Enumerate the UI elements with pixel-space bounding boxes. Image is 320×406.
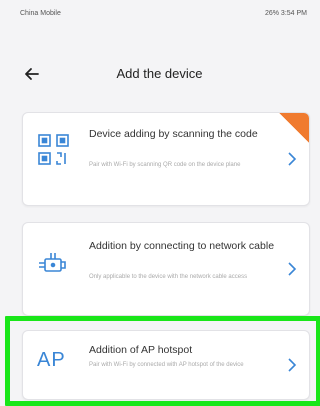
qr-scan-icon [37,133,71,167]
chevron-right-icon [287,357,297,373]
option-title: Addition of AP hotspot [89,344,193,356]
status-bar: China Mobile 26% 3:54 PM [0,0,319,26]
option-network-cable[interactable]: Addition by connecting to network cable … [22,222,310,316]
page-title: Add the device [116,66,203,81]
status-right-info: 26% 3:54 PM [264,9,307,17]
network-cable-icon [37,247,71,281]
option-title: Addition by connecting to network cable [89,240,275,252]
ap-hotspot-icon: AP [37,349,66,371]
option-description: Pair with Wi-Fi by connected with AP hot… [89,362,244,368]
option-scan-code[interactable]: Device adding by scanning the code Pair … [22,112,310,206]
recommended-corner-badge [279,113,309,143]
option-description: Pair with Wi-Fi by scanning QR code on t… [89,162,241,168]
option-title: Device adding by scanning the code [89,128,258,140]
option-ap-hotspot[interactable]: AP Addition of AP hotspot Pair with Wi-F… [22,330,310,400]
chevron-right-icon [287,151,297,167]
option-description: Only applicable to the device with the n… [89,274,248,280]
nav-bar: Add the device [0,56,319,92]
carrier-label: China Mobile [20,9,61,17]
chevron-right-icon [287,261,297,277]
